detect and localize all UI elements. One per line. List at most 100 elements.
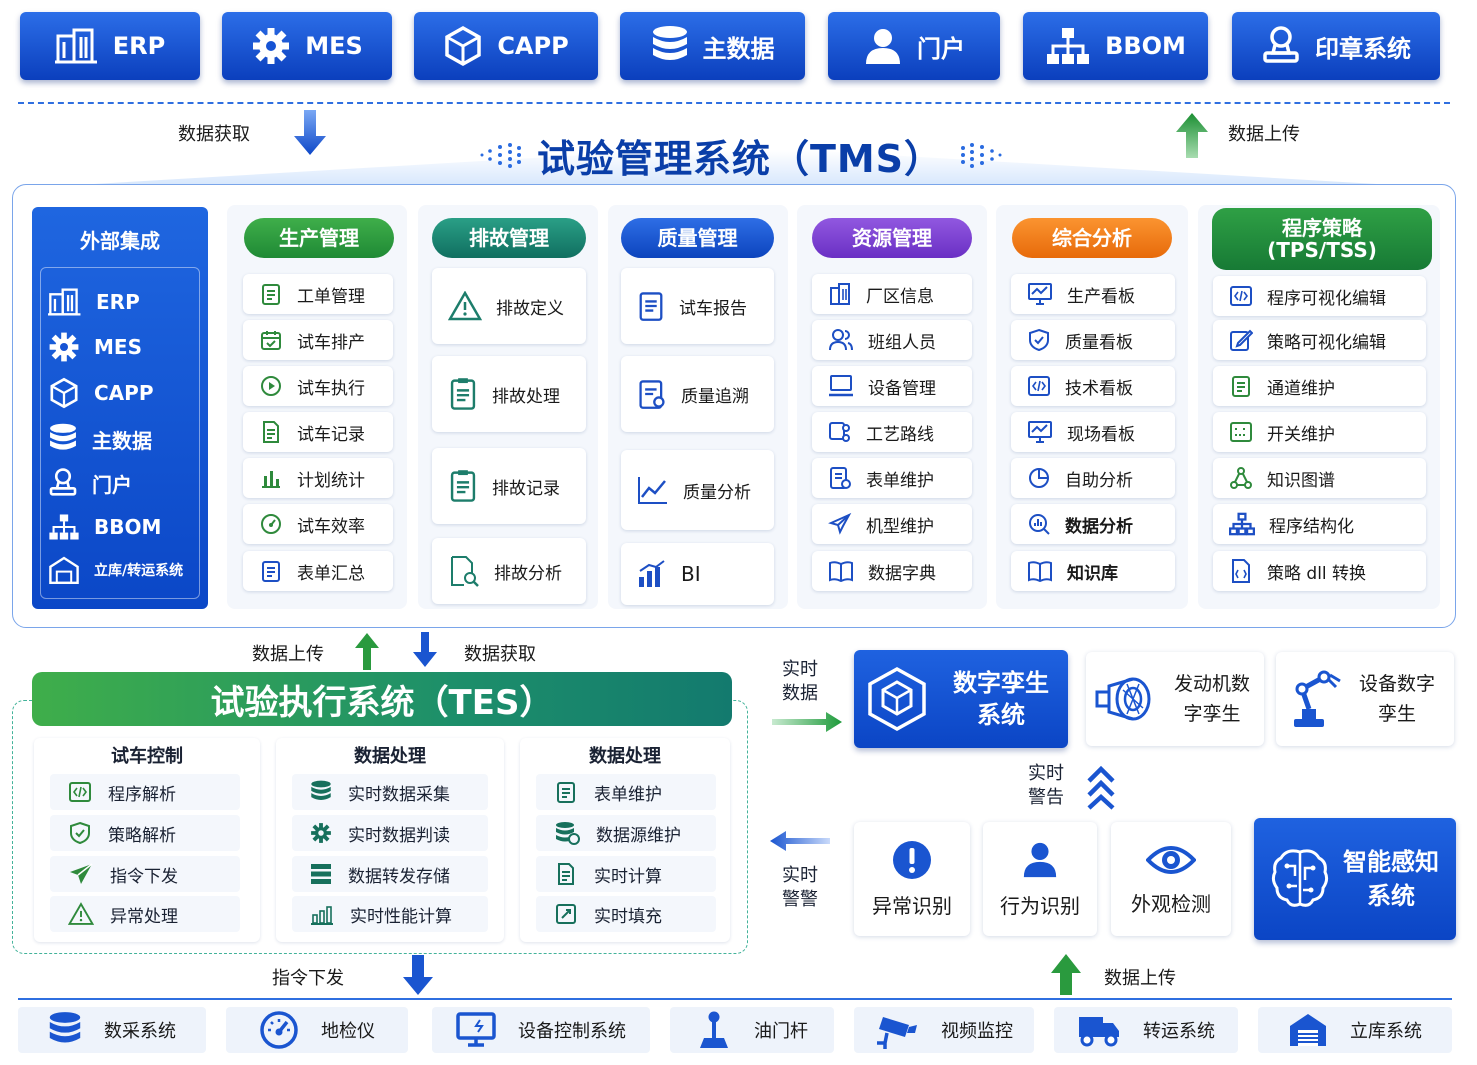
module-item[interactable]: 试车执行	[243, 366, 393, 406]
tes-item[interactable]: 实时数据判读	[292, 815, 488, 851]
module-item[interactable]: 技术看板	[1011, 366, 1175, 406]
tes-item[interactable]: 实时填充	[536, 896, 716, 932]
module-item[interactable]: 策略可视化编辑	[1213, 320, 1426, 360]
tes-item[interactable]: 策略解析	[50, 815, 240, 851]
gear-icon	[48, 331, 80, 363]
tes-item[interactable]: 实时性能计算	[292, 896, 488, 932]
module-item[interactable]: 数据分析	[1011, 504, 1175, 544]
behavior-recognition[interactable]: 行为识别	[983, 822, 1097, 936]
module-header-strategy[interactable]: 程序策略 (TPS/TSS)	[1212, 208, 1432, 270]
pie-chart-icon	[1027, 466, 1051, 490]
module-item[interactable]: 数据字典	[812, 551, 972, 591]
module-item[interactable]: 现场看板	[1011, 412, 1175, 452]
gear-icon	[251, 26, 291, 66]
module-item[interactable]: 程序结构化	[1213, 504, 1426, 544]
module-item[interactable]: 知识图谱	[1213, 458, 1426, 498]
tes-item[interactable]: 数据源维护	[536, 815, 716, 851]
module-header-troubleshoot[interactable]: 排故管理	[432, 218, 586, 258]
module-item[interactable]: 试车效率	[243, 504, 393, 544]
module-item[interactable]: 排故处理	[432, 356, 586, 432]
module-item[interactable]: 质量看板	[1011, 320, 1175, 360]
external-item-erp[interactable]: ERP	[48, 287, 140, 317]
module-item[interactable]: 试车记录	[243, 412, 393, 452]
bottom-system-warehouse[interactable]: 立库系统	[1258, 1007, 1452, 1053]
top-system-capp[interactable]: CAPP	[414, 12, 598, 80]
external-item-bbom[interactable]: BBOM	[48, 513, 161, 541]
tes-item[interactable]: 表单维护	[536, 774, 716, 810]
bottom-system-equipment-control[interactable]: 设备控制系统	[432, 1007, 650, 1053]
behavior-recognition-label: 行为识别	[1000, 893, 1080, 918]
external-item-capp[interactable]: CAPP	[48, 377, 153, 409]
tes-item[interactable]: 实时计算	[536, 856, 716, 892]
module-item-label: 知识库	[1067, 563, 1118, 584]
module-item[interactable]: 机型维护	[812, 504, 972, 544]
module-header-resource[interactable]: 资源管理	[812, 218, 972, 258]
module-item[interactable]: 生产看板	[1011, 274, 1175, 314]
module-item[interactable]: 排故定义	[432, 268, 586, 344]
shield-icon	[1027, 328, 1051, 352]
anomaly-recognition[interactable]: 异常识别	[854, 822, 970, 936]
module-header-analysis[interactable]: 综合分析	[1012, 218, 1172, 258]
external-item-portal[interactable]: 门户	[48, 467, 132, 499]
module-item[interactable]: 班组人员	[812, 320, 972, 360]
module-item[interactable]: 试车报告	[621, 268, 774, 344]
module-item[interactable]: 设备管理	[812, 366, 972, 406]
top-system-erp[interactable]: ERP	[20, 12, 200, 80]
top-system-label: 主数据	[702, 34, 775, 63]
top-system-master-data[interactable]: 主数据	[620, 12, 805, 80]
module-item[interactable]: 表单维护	[812, 458, 972, 498]
monitor-chart-icon	[1027, 282, 1053, 306]
external-item-warehouse[interactable]: 立库/转运系统	[48, 555, 183, 585]
module-item[interactable]: 开关维护	[1213, 412, 1426, 452]
module-item[interactable]: 策略 dll 转换	[1213, 551, 1426, 591]
top-system-bbom[interactable]: BBOM	[1023, 12, 1208, 80]
channel-icon	[1229, 374, 1253, 398]
tes-item[interactable]: 实时数据采集	[292, 774, 488, 810]
airplane-icon	[828, 512, 852, 536]
digital-twin-system[interactable]: 数字孪生系统	[854, 650, 1068, 748]
tes-item[interactable]: 指令下发	[50, 856, 240, 892]
bottom-system-transport[interactable]: 转运系统	[1054, 1007, 1238, 1053]
tes-item[interactable]: 数据转发存储	[292, 856, 488, 892]
engine-digital-twin[interactable]: 发动机数字孪生	[1086, 652, 1264, 746]
module-item[interactable]: 工单管理	[243, 274, 393, 314]
module-item[interactable]: 知识库	[1011, 551, 1175, 591]
top-system-label: BBOM	[1105, 32, 1186, 60]
module-item[interactable]: 自助分析	[1011, 458, 1175, 498]
external-item-master-data[interactable]: 主数据	[48, 423, 152, 455]
module-item-label: 排故处理	[492, 386, 560, 407]
bottom-system-data-acquisition[interactable]: 数采系统	[18, 1007, 206, 1053]
module-item[interactable]: BI	[621, 543, 774, 605]
module-item[interactable]: 厂区信息	[812, 274, 972, 314]
module-header-production[interactable]: 生产管理	[244, 218, 394, 258]
module-item-label: 厂区信息	[866, 286, 934, 307]
tes-item[interactable]: 程序解析	[50, 774, 240, 810]
truck-icon	[1077, 1013, 1121, 1047]
appearance-inspection[interactable]: 外观检测	[1111, 822, 1231, 936]
module-header-quality[interactable]: 质量管理	[621, 218, 774, 258]
module-item[interactable]: 排故分析	[432, 538, 586, 604]
server-icon	[310, 863, 332, 885]
module-item[interactable]: 通道维护	[1213, 366, 1426, 406]
module-item[interactable]: 计划统计	[243, 458, 393, 498]
module-item[interactable]: 表单汇总	[243, 551, 393, 591]
top-system-label: MES	[305, 32, 363, 60]
module-item[interactable]: 质量分析	[621, 450, 774, 530]
module-item[interactable]: 质量追溯	[621, 356, 774, 432]
top-system-seal[interactable]: 印章系统	[1232, 12, 1440, 80]
tes-item[interactable]: 异常处理	[50, 896, 240, 932]
module-item[interactable]: 排故记录	[432, 448, 586, 524]
top-system-portal[interactable]: 门户	[828, 12, 1000, 80]
module-item[interactable]: 试车排产	[243, 320, 393, 360]
intelligent-perception-system[interactable]: 智能感知系统	[1254, 818, 1456, 940]
external-item-mes[interactable]: MES	[48, 331, 142, 363]
equipment-digital-twin[interactable]: 设备数字孪生	[1276, 652, 1454, 746]
flow-label-data-get: 数据获取	[178, 124, 250, 145]
bottom-system-label: 油门杆	[754, 1021, 808, 1042]
bottom-system-video-surveillance[interactable]: 视频监控	[854, 1007, 1034, 1053]
module-item[interactable]: 程序可视化编辑	[1213, 276, 1426, 316]
top-system-mes[interactable]: MES	[222, 12, 392, 80]
module-item[interactable]: 工艺路线	[812, 412, 972, 452]
bottom-system-throttle[interactable]: 油门杆	[670, 1007, 834, 1053]
bottom-system-ground-tester[interactable]: 地检仪	[226, 1007, 408, 1053]
